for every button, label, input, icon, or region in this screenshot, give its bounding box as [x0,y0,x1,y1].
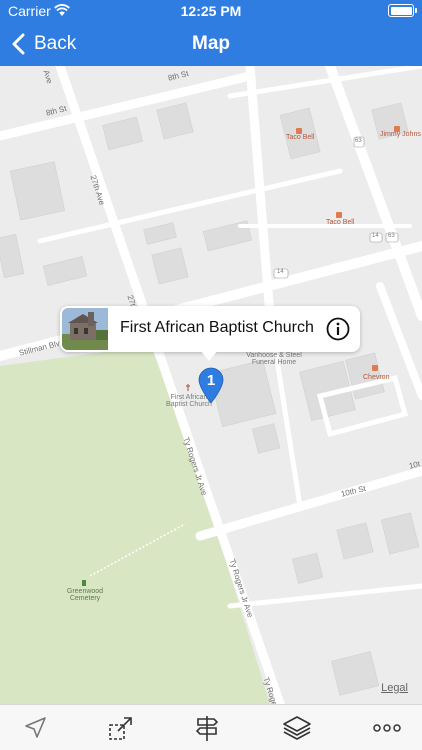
map-view[interactable]: 8th St 8th St Ave 27th Ave 27th Stillman… [0,66,422,713]
route-14b-label: 14 [372,233,379,239]
church-thumbnail [62,308,108,350]
route-63b-label: 63 [388,233,395,239]
location-arrow-icon[interactable] [20,713,50,743]
nav-bar: Back Map [0,22,422,66]
page-title: Map [192,33,230,54]
info-icon[interactable] [326,317,350,341]
battery-icon [388,4,417,17]
pin-number: 1 [206,372,216,389]
poi-taco-bell-1: Taco Bell [286,134,315,141]
status-bar: Carrier 12:25 PM [0,0,422,22]
poi-chevron: Chevron [363,374,390,381]
status-time: 12:25 PM [180,3,242,19]
route-63-label: 63 [355,138,362,144]
bottom-toolbar [0,704,422,750]
callout-tail [200,350,218,361]
layers-icon[interactable] [282,713,312,743]
expand-icon[interactable] [106,713,136,743]
signpost-icon[interactable] [192,713,222,743]
more-icon[interactable] [372,713,402,743]
legal-link[interactable]: Legal [381,682,408,694]
poi-taco-bell-2: Taco Bell [326,219,355,226]
poi-funeral-home: Vanhoose & Steel Funeral Home [246,352,302,366]
route-14-label: 14 [277,269,284,275]
poi-jimmy-johns: Jimmy Johns [380,131,421,138]
navigation-header: Carrier 12:25 PM Back Map [0,0,422,66]
poi-cemetery: Greenwood Cemetery [66,588,104,602]
callout-title: First African Baptist Church [120,319,314,336]
place-callout[interactable]: First African Baptist Church [60,306,360,361]
map-pin[interactable]: 1 [197,366,225,404]
